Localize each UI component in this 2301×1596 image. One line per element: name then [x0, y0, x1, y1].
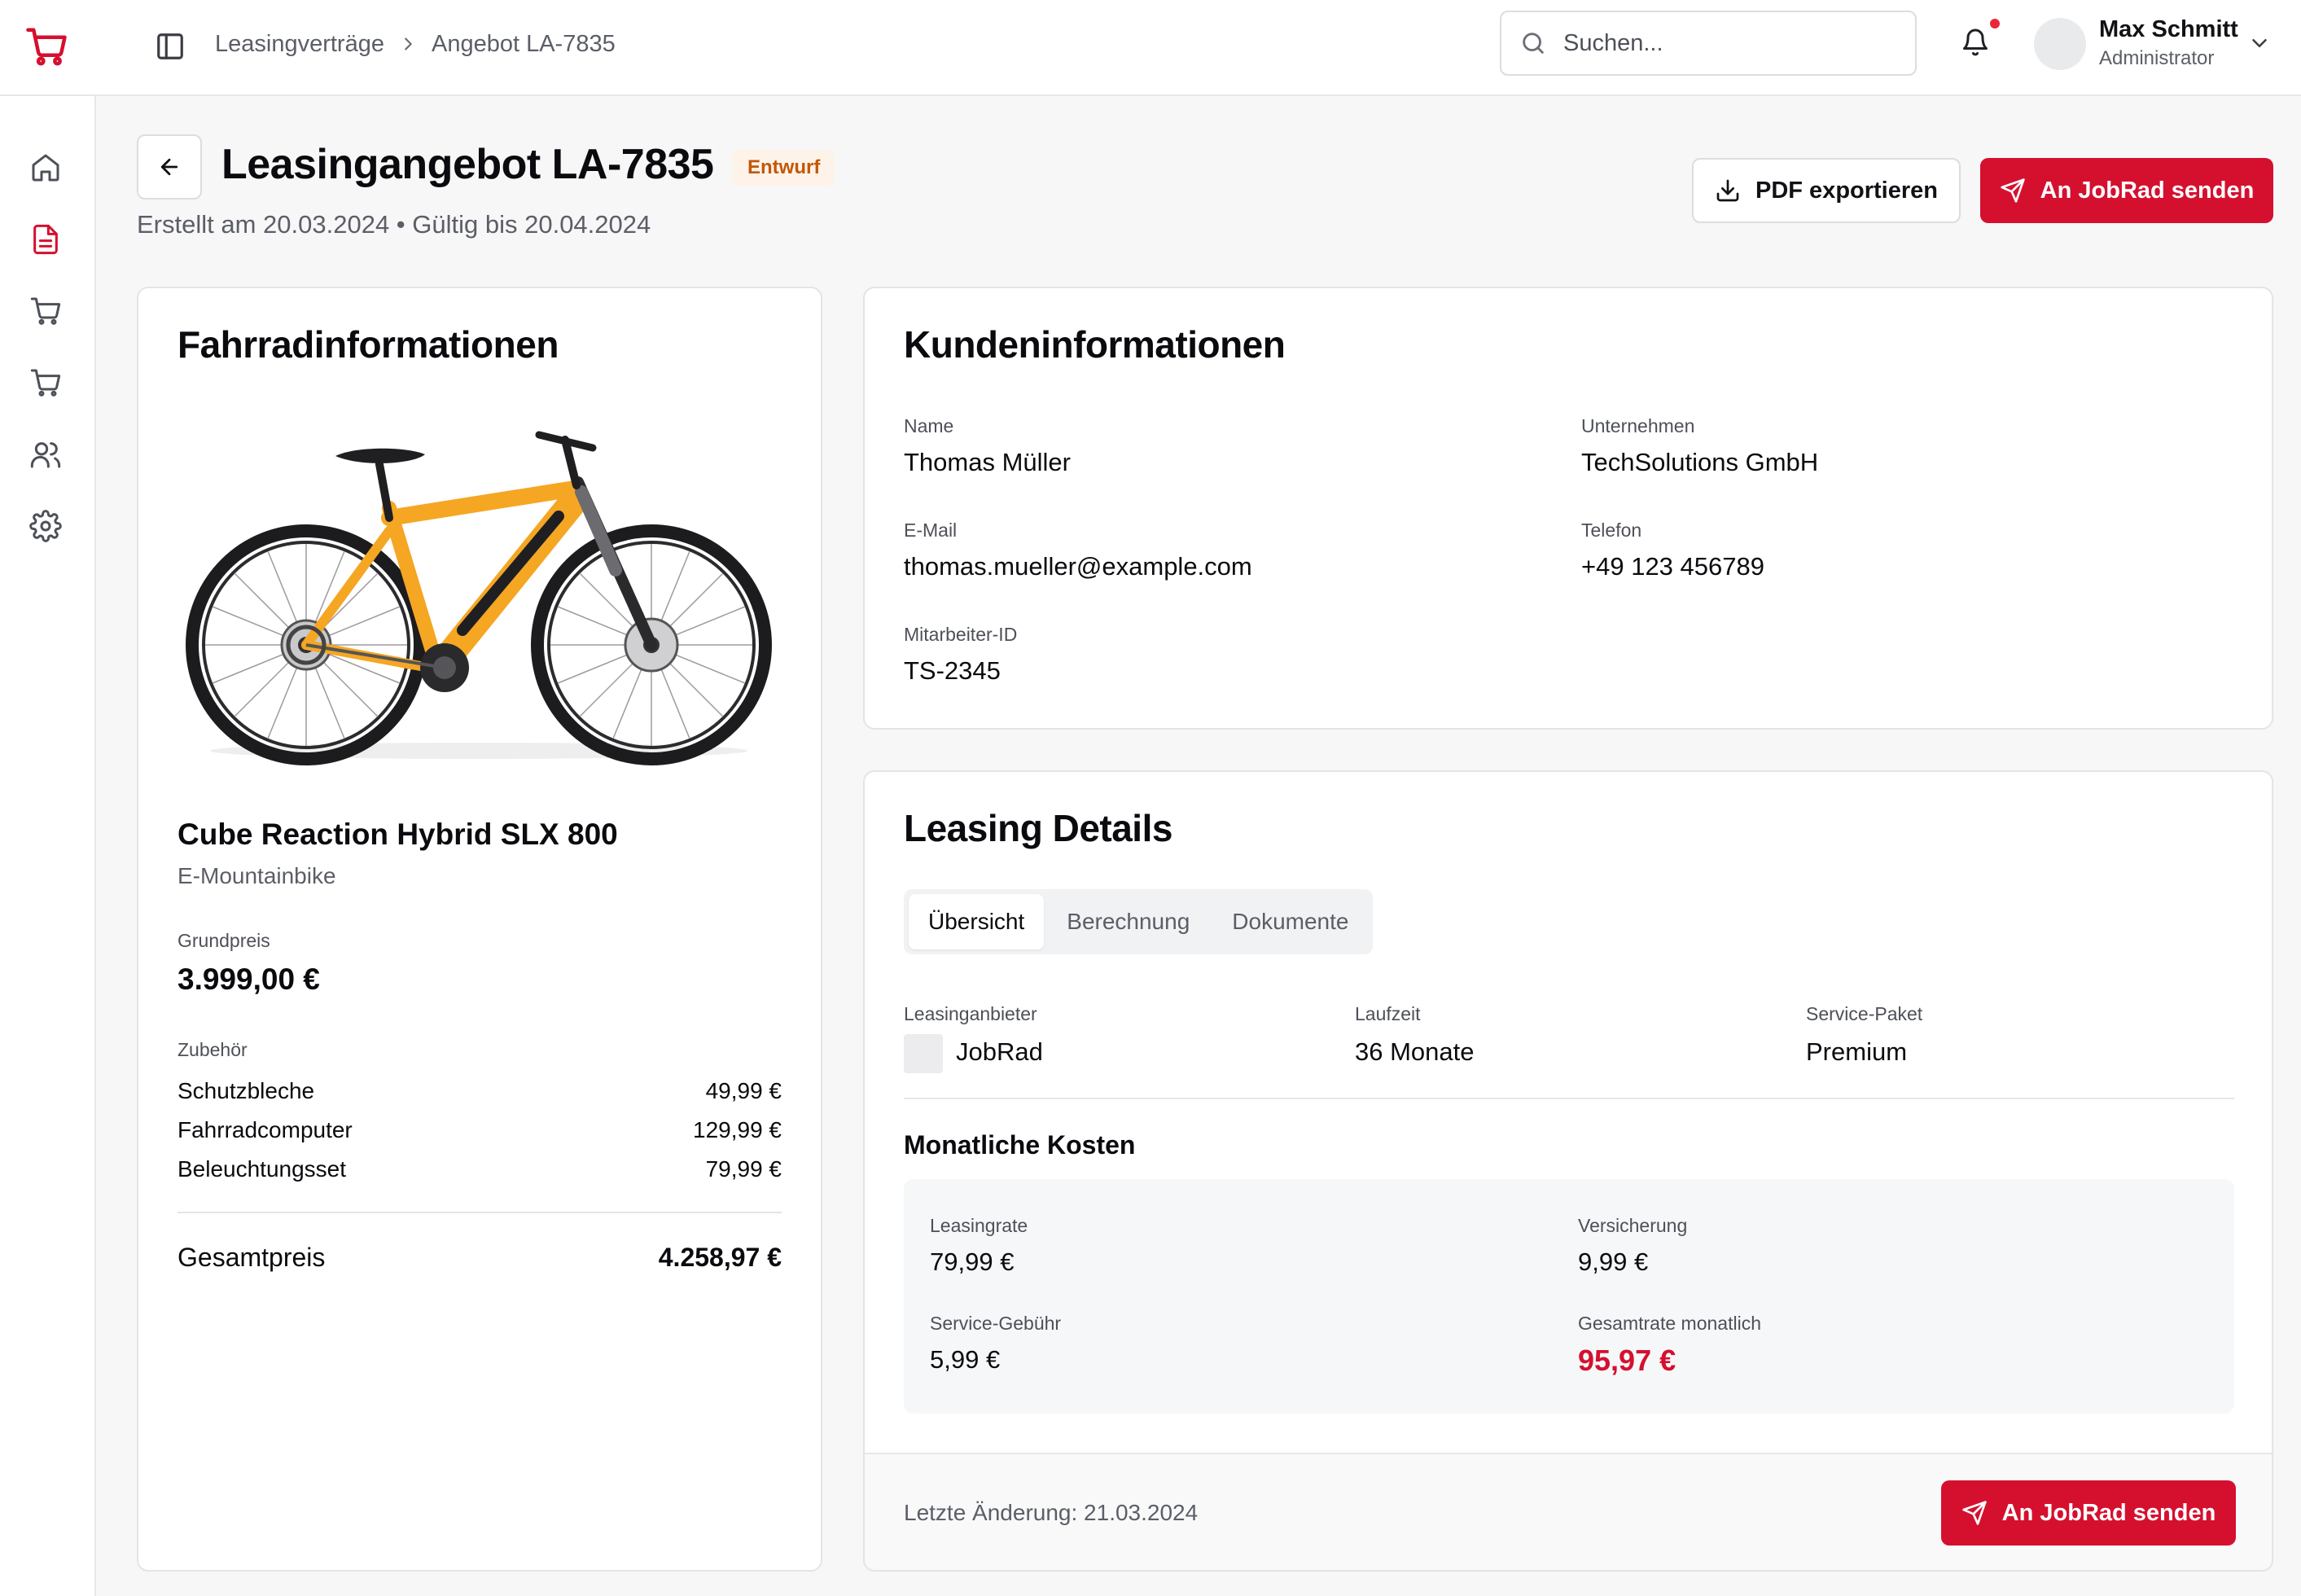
- service-package-label: Service-Paket: [1806, 1003, 1923, 1024]
- users-icon[interactable]: [29, 438, 62, 471]
- user-role: Administrator: [2099, 47, 2215, 69]
- notification-dot: [1988, 17, 2001, 30]
- bike-category: E-Mountainbike: [178, 863, 336, 888]
- tab-bar: Übersicht Berechnung Dokumente: [904, 889, 1374, 954]
- base-price-label: Grundpreis: [178, 930, 270, 951]
- status-badge: Entwurf: [733, 150, 835, 186]
- card-footer: Letzte Änderung: 21.03.2024 An JobRad se…: [865, 1453, 2272, 1570]
- leasing-details-card: Leasing Details Übersicht Berechnung Dok…: [863, 770, 2273, 1572]
- customer-name-label: Name: [904, 415, 954, 436]
- base-price-value: 3.999,00 €: [178, 962, 320, 996]
- service-package-value: Premium: [1806, 1037, 1908, 1066]
- service-fee-value: 5,99 €: [930, 1345, 1001, 1374]
- duration-value: 36 Monate: [1355, 1037, 1475, 1066]
- employee-id-label: Mitarbeiter-ID: [904, 624, 1018, 645]
- company-label: Unternehmen: [1581, 415, 1695, 436]
- insurance-label: Versicherung: [1578, 1215, 1688, 1236]
- rate-value: 79,99 €: [930, 1247, 1015, 1276]
- email-value: thomas.mueller@example.com: [904, 552, 1252, 581]
- customer-info-card: Kundeninformationen Name Thomas Müller U…: [863, 287, 2273, 730]
- provider-logo: [904, 1034, 943, 1073]
- tab-uebersicht[interactable]: Übersicht: [909, 894, 1045, 949]
- insurance-value: 9,99 €: [1578, 1247, 1649, 1276]
- provider-value: JobRad: [956, 1037, 1043, 1066]
- bike-info-card: Fahrradinformationen Cube Reaction Hybri…: [137, 287, 822, 1572]
- bell-icon[interactable]: [1961, 28, 1990, 57]
- accessory-price: 129,99 €: [693, 1117, 782, 1142]
- rate-label: Leasingrate: [930, 1215, 1028, 1236]
- service-fee-label: Service-Gebühr: [930, 1313, 1062, 1334]
- customer-name-value: Thomas Müller: [904, 448, 1071, 476]
- document-icon[interactable]: [29, 223, 62, 256]
- breadcrumb-link-leasingvertraege[interactable]: Leasingverträge: [215, 31, 384, 58]
- send-icon: [2000, 178, 2026, 204]
- bike-image: [176, 410, 782, 769]
- user-name[interactable]: Max Schmitt: [2099, 16, 2238, 43]
- customer-section-title: Kundeninformationen: [904, 323, 1286, 366]
- phone-label: Telefon: [1581, 520, 1642, 541]
- chevron-down-icon[interactable]: [2247, 31, 2272, 55]
- provider-label: Leasinganbieter: [904, 1003, 1037, 1024]
- total-price-row: Gesamtpreis 4.258,97 €: [178, 1243, 782, 1273]
- tab-berechnung[interactable]: Berechnung: [1047, 894, 1209, 949]
- monthly-costs-box: Leasingrate 79,99 € Versicherung 9,99 € …: [904, 1179, 2234, 1414]
- monthly-costs-title: Monatliche Kosten: [904, 1130, 1136, 1160]
- list-item: Beleuchtungsset 79,99 €: [178, 1156, 782, 1182]
- cart-logo-icon[interactable]: [24, 24, 68, 68]
- cart-icon[interactable]: [29, 366, 62, 399]
- bike-section-title: Fahrradinformationen: [178, 323, 559, 366]
- page-title: Leasingangebot LA-7835: [221, 141, 714, 188]
- send-to-jobrad-button-footer[interactable]: An JobRad senden: [1941, 1480, 2236, 1546]
- send-to-jobrad-button[interactable]: An JobRad senden: [1980, 158, 2273, 223]
- accessory-price: 49,99 €: [705, 1078, 782, 1103]
- avatar[interactable]: [2034, 18, 2086, 70]
- back-button[interactable]: [137, 134, 202, 200]
- send-label: An JobRad senden: [2040, 177, 2255, 204]
- breadcrumb-current: Angebot LA-7835: [431, 30, 616, 57]
- export-pdf-label: PDF exportieren: [1755, 177, 1938, 204]
- sidebar: [0, 96, 96, 1596]
- company-value: TechSolutions GmbH: [1581, 448, 1819, 476]
- divider: [904, 1098, 2234, 1099]
- total-monthly-value: 95,97 €: [1578, 1344, 1676, 1377]
- breadcrumb: Leasingverträge Angebot LA-7835: [215, 28, 616, 60]
- download-icon: [1715, 178, 1741, 204]
- cart-icon[interactable]: [29, 295, 62, 327]
- sidebar-toggle-icon[interactable]: [155, 31, 186, 62]
- top-header: Leasingverträge Angebot LA-7835 Max Schm…: [0, 0, 2301, 96]
- email-label: E-Mail: [904, 520, 958, 541]
- phone-value: +49 123 456789: [1581, 552, 1764, 581]
- last-change-text: Letzte Änderung: 21.03.2024: [904, 1500, 1199, 1525]
- accessory-name: Fahrradcomputer: [178, 1117, 353, 1142]
- employee-id-value: TS-2345: [904, 656, 1001, 685]
- bike-name: Cube Reaction Hybrid SLX 800: [178, 818, 618, 851]
- accessory-price: 79,99 €: [705, 1156, 782, 1182]
- accessory-name: Schutzbleche: [178, 1078, 315, 1103]
- accessory-name: Beleuchtungsset: [178, 1156, 347, 1182]
- search-input[interactable]: [1563, 29, 1889, 57]
- list-item: Schutzbleche 49,99 €: [178, 1078, 782, 1104]
- list-item: Fahrradcomputer 129,99 €: [178, 1117, 782, 1143]
- page-meta: Erstellt am 20.03.2024 • Gültig bis 20.0…: [137, 210, 651, 239]
- total-price-label: Gesamtpreis: [178, 1243, 326, 1272]
- chevron-right-icon: [399, 35, 417, 53]
- search-box: [1500, 11, 1917, 76]
- divider: [178, 1212, 782, 1213]
- tab-dokumente[interactable]: Dokumente: [1212, 894, 1368, 949]
- send-label: An JobRad senden: [2001, 1499, 2216, 1526]
- export-pdf-button[interactable]: PDF exportieren: [1692, 158, 1961, 223]
- accessories-label: Zubehör: [178, 1039, 248, 1060]
- leasing-section-title: Leasing Details: [904, 807, 1172, 849]
- duration-label: Laufzeit: [1355, 1003, 1421, 1024]
- home-icon[interactable]: [29, 151, 62, 184]
- total-price-value: 4.258,97 €: [658, 1243, 782, 1272]
- arrow-left-icon: [157, 155, 182, 179]
- total-monthly-label: Gesamtrate monatlich: [1578, 1313, 1761, 1334]
- send-icon: [1961, 1500, 1988, 1526]
- search-icon: [1519, 29, 1547, 57]
- gear-icon[interactable]: [29, 510, 62, 542]
